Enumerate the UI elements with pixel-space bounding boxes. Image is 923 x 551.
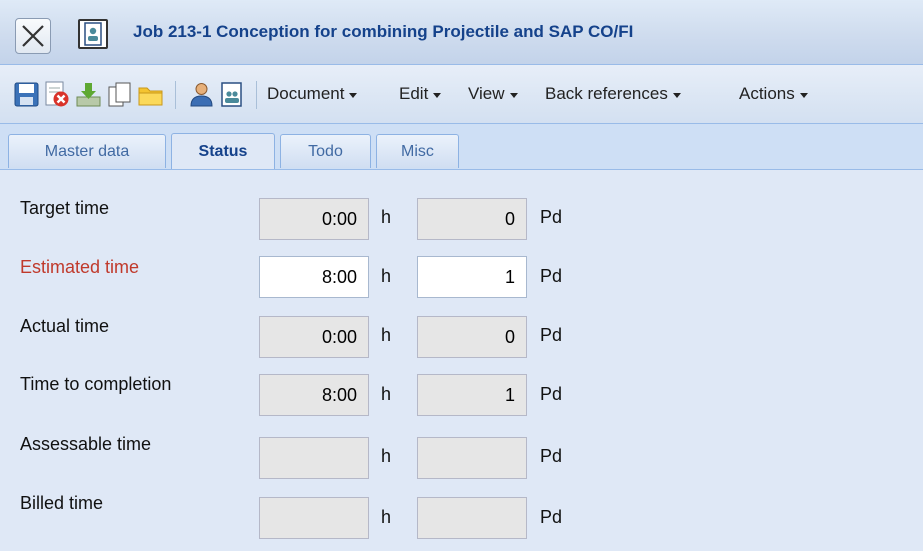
save-icon[interactable]: [13, 81, 40, 108]
contact-card-icon: [78, 19, 108, 49]
pd-unit: Pd: [540, 266, 563, 286]
menu-edit[interactable]: Edit: [399, 84, 442, 104]
person-icon[interactable]: [188, 81, 215, 108]
close-button[interactable]: [15, 18, 51, 54]
pd-unit: Pd: [540, 446, 563, 466]
menu-actions[interactable]: Actions: [739, 84, 808, 104]
close-icon: [22, 25, 44, 47]
tab-todo[interactable]: Todo: [280, 134, 371, 168]
window-title: Job 213-1 Conception for combining Proje…: [133, 22, 634, 41]
actual-time-label: Actual time: [20, 316, 110, 336]
pd-unit: Pd: [540, 325, 563, 345]
contact-card-icon[interactable]: [218, 81, 245, 108]
menu-document[interactable]: Document: [267, 84, 358, 104]
hours-unit: h: [381, 207, 392, 227]
menu-label: Document: [267, 84, 345, 103]
tab-master-data[interactable]: Master data: [8, 134, 166, 168]
menu-view[interactable]: View: [468, 84, 518, 104]
chevron-down-icon: [509, 92, 518, 98]
pd-unit: Pd: [540, 507, 563, 527]
billed-time-label: Billed time: [20, 493, 104, 513]
menu-label: Actions: [739, 84, 795, 103]
estimated-time-hours-input[interactable]: 8:00: [259, 256, 369, 298]
menu-back-references[interactable]: Back references: [545, 84, 681, 104]
copy-icon[interactable]: [106, 81, 133, 108]
time-to-completion-label: Time to completion: [20, 374, 172, 394]
actual-time-pd-field: 0: [417, 316, 527, 358]
time-to-completion-hours-field: 8:00: [259, 374, 369, 416]
toolbar: Document Edit View Back references Actio…: [0, 65, 923, 124]
toolbar-separator: [256, 81, 257, 109]
chevron-down-icon: [799, 92, 808, 98]
tab-misc[interactable]: Misc: [376, 134, 459, 168]
pd-unit: Pd: [540, 207, 563, 227]
tab-status[interactable]: Status: [171, 133, 275, 169]
download-icon[interactable]: [75, 81, 102, 108]
assessable-time-pd-field: [417, 437, 527, 479]
tab-strip: Master data Status Todo Misc: [0, 124, 923, 170]
chevron-down-icon: [349, 92, 358, 98]
actual-time-hours-field: 0:00: [259, 316, 369, 358]
time-to-completion-pd-field: 1: [417, 374, 527, 416]
target-time-hours-field: 0:00: [259, 198, 369, 240]
billed-time-hours-field: [259, 497, 369, 539]
target-time-label: Target time: [20, 198, 110, 218]
folder-icon[interactable]: [137, 81, 164, 108]
hours-unit: h: [381, 266, 392, 286]
billed-time-pd-field: [417, 497, 527, 539]
menu-label: View: [468, 84, 505, 103]
menu-label: Back references: [545, 84, 668, 103]
hours-unit: h: [381, 325, 392, 345]
chevron-down-icon: [433, 92, 442, 98]
title-bar: Job 213-1 Conception for combining Proje…: [0, 0, 923, 65]
target-time-pd-field: 0: [417, 198, 527, 240]
menu-label: Edit: [399, 84, 429, 103]
delete-icon[interactable]: [43, 81, 70, 108]
pd-unit: Pd: [540, 384, 563, 404]
hours-unit: h: [381, 507, 392, 527]
hours-unit: h: [381, 446, 392, 466]
estimated-time-pd-input[interactable]: 1: [417, 256, 527, 298]
hours-unit: h: [381, 384, 392, 404]
assessable-time-hours-field: [259, 437, 369, 479]
estimated-time-label: Estimated time: [20, 257, 140, 277]
assessable-time-label: Assessable time: [20, 434, 152, 454]
toolbar-separator: [175, 81, 176, 109]
chevron-down-icon: [672, 92, 681, 98]
